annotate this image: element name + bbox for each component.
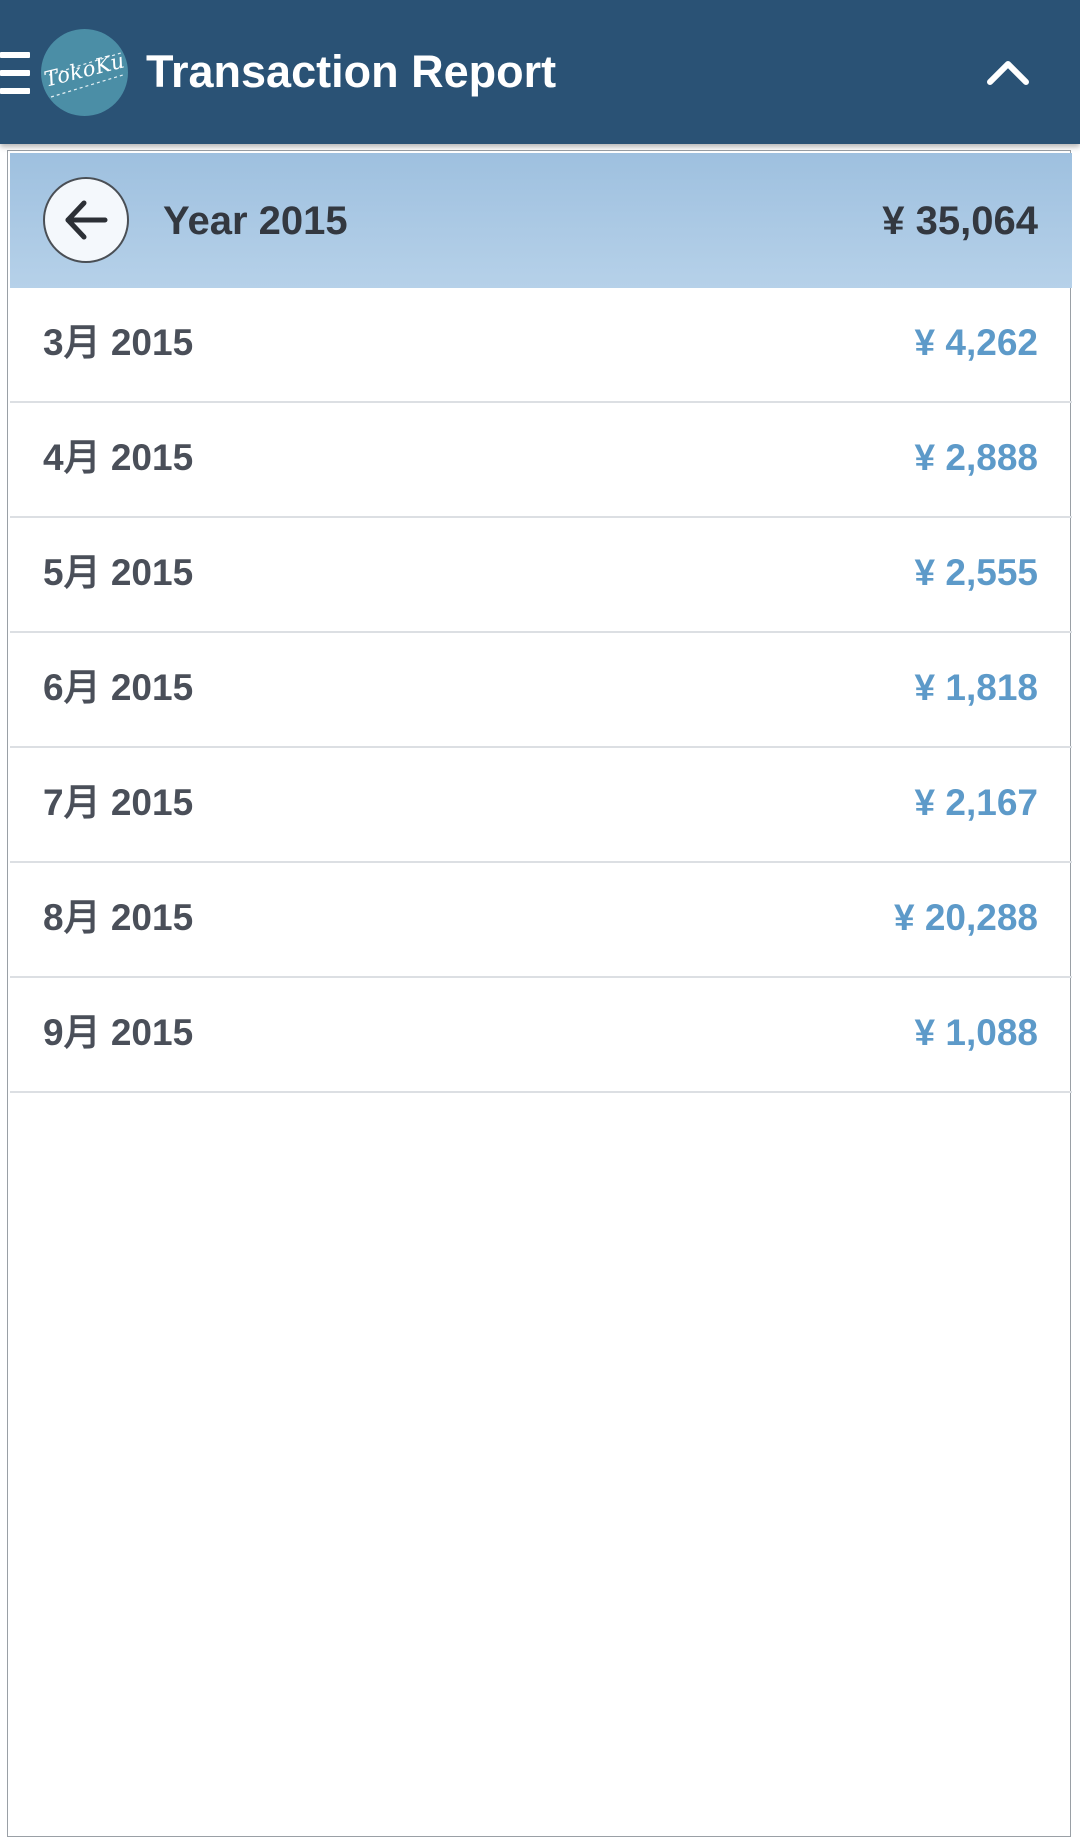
month-amount: ¥ 1,818 <box>914 667 1038 708</box>
month-row-august[interactable]: 8月 2015 ¥ 20,288 <box>10 863 1072 978</box>
month-label: 9月 2015 <box>43 1012 194 1053</box>
month-label: 6月 2015 <box>43 667 194 708</box>
month-label: 7月 2015 <box>43 782 194 823</box>
month-row-march[interactable]: 3月 2015 ¥ 4,262 <box>10 288 1072 403</box>
page-title: Transaction Report <box>146 46 557 97</box>
month-row-may[interactable]: 5月 2015 ¥ 2,555 <box>10 518 1072 633</box>
month-amount: ¥ 20,288 <box>893 897 1038 938</box>
app-bar: TokoKu Transaction Report <box>0 0 1080 144</box>
month-label: 8月 2015 <box>43 897 194 938</box>
year-total: ¥ 35,064 <box>882 199 1038 243</box>
month-label: 5月 2015 <box>43 552 194 593</box>
hamburger-menu-icon[interactable] <box>0 52 30 94</box>
month-list: 3月 2015 ¥ 4,262 4月 2015 ¥ 2,888 5月 2015 … <box>10 288 1072 1093</box>
month-row-july[interactable]: 7月 2015 ¥ 2,167 <box>10 748 1072 863</box>
month-amount: ¥ 2,888 <box>914 437 1038 478</box>
month-amount: ¥ 2,555 <box>914 552 1038 593</box>
month-label: 3月 2015 <box>43 322 194 363</box>
year-label: Year 2015 <box>163 199 348 243</box>
chevron-up-icon[interactable] <box>980 48 1036 96</box>
month-amount: ¥ 1,088 <box>914 1012 1038 1053</box>
app-logo: TokoKu <box>41 29 128 116</box>
month-row-april[interactable]: 4月 2015 ¥ 2,888 <box>10 403 1072 518</box>
month-amount: ¥ 4,262 <box>914 322 1038 363</box>
month-label: 4月 2015 <box>43 437 194 478</box>
back-button[interactable] <box>43 177 129 263</box>
year-header: Year 2015 ¥ 35,064 <box>10 153 1072 288</box>
month-row-september[interactable]: 9月 2015 ¥ 1,088 <box>10 978 1072 1093</box>
report-panel: Year 2015 ¥ 35,064 3月 2015 ¥ 4,262 4月 20… <box>7 150 1072 1837</box>
month-amount: ¥ 2,167 <box>914 782 1038 823</box>
arrow-left-icon <box>65 200 108 240</box>
month-row-june[interactable]: 6月 2015 ¥ 1,818 <box>10 633 1072 748</box>
